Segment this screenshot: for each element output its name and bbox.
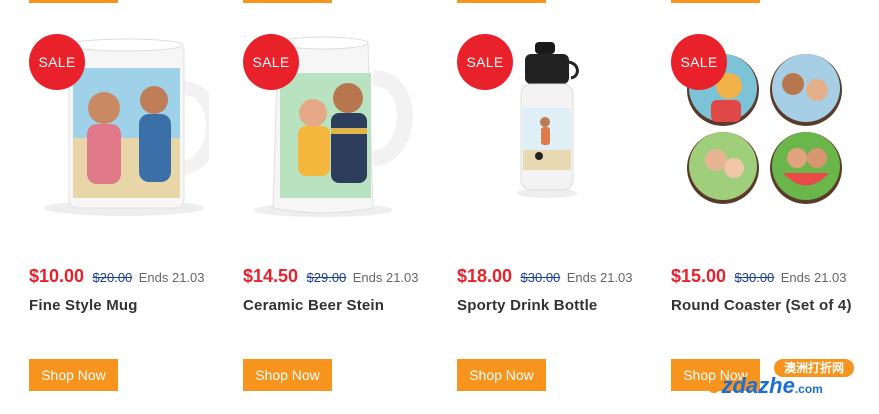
sale-badge: SALE <box>243 34 299 90</box>
product-name[interactable]: Sporty Drink Bottle <box>457 297 597 314</box>
price-row: $15.00 $30.00 Ends 21.03 <box>671 266 847 287</box>
price-row: $14.50 $29.00 Ends 21.03 <box>243 266 419 287</box>
product-name[interactable]: Ceramic Beer Stein <box>243 297 384 314</box>
product-name[interactable]: Round Coaster (Set of 4) <box>671 297 852 314</box>
sale-badge: SALE <box>671 34 727 90</box>
current-price: $15.00 <box>671 266 727 286</box>
product-card: SALE $15.00 $30.00 Ends 21.03 Round Coas… <box>671 0 879 414</box>
site-watermark: 澳洲打折网 ozdazhe.com <box>700 355 870 405</box>
price-row: $10.00 $20.00 Ends 21.03 <box>29 266 205 287</box>
current-price: $18.00 <box>457 266 513 286</box>
sale-end-date: Ends 21.03 <box>780 270 847 285</box>
original-price: $20.00 <box>92 270 133 285</box>
product-card: SALE $14.50 $29.00 Ends 21.03 Ceramic Be… <box>243 0 457 414</box>
current-price: $14.50 <box>243 266 299 286</box>
product-card: SALE $10.00 $20.00 Ends 21.03 Fine Style… <box>29 0 243 414</box>
sale-badge: SALE <box>29 34 85 90</box>
watermark-logo-text: ozdazhe.com <box>708 373 823 398</box>
sale-end-date: Ends 21.03 <box>352 270 419 285</box>
product-name[interactable]: Fine Style Mug <box>29 297 138 314</box>
sale-end-date: Ends 21.03 <box>566 270 633 285</box>
price-row: $18.00 $30.00 Ends 21.03 <box>457 266 633 287</box>
product-card: SALE $18.00 $30.00 Ends 21.03 Sporty Dri… <box>457 0 671 414</box>
shop-now-button[interactable]: Shop Now <box>243 359 332 391</box>
sale-badge: SALE <box>457 34 513 90</box>
current-price: $10.00 <box>29 266 85 286</box>
original-price: $29.00 <box>306 270 347 285</box>
original-price: $30.00 <box>734 270 775 285</box>
shop-now-button[interactable]: Shop Now <box>457 359 546 391</box>
original-price: $30.00 <box>520 270 561 285</box>
shop-now-button[interactable]: Shop Now <box>29 359 118 391</box>
sale-end-date: Ends 21.03 <box>138 270 205 285</box>
